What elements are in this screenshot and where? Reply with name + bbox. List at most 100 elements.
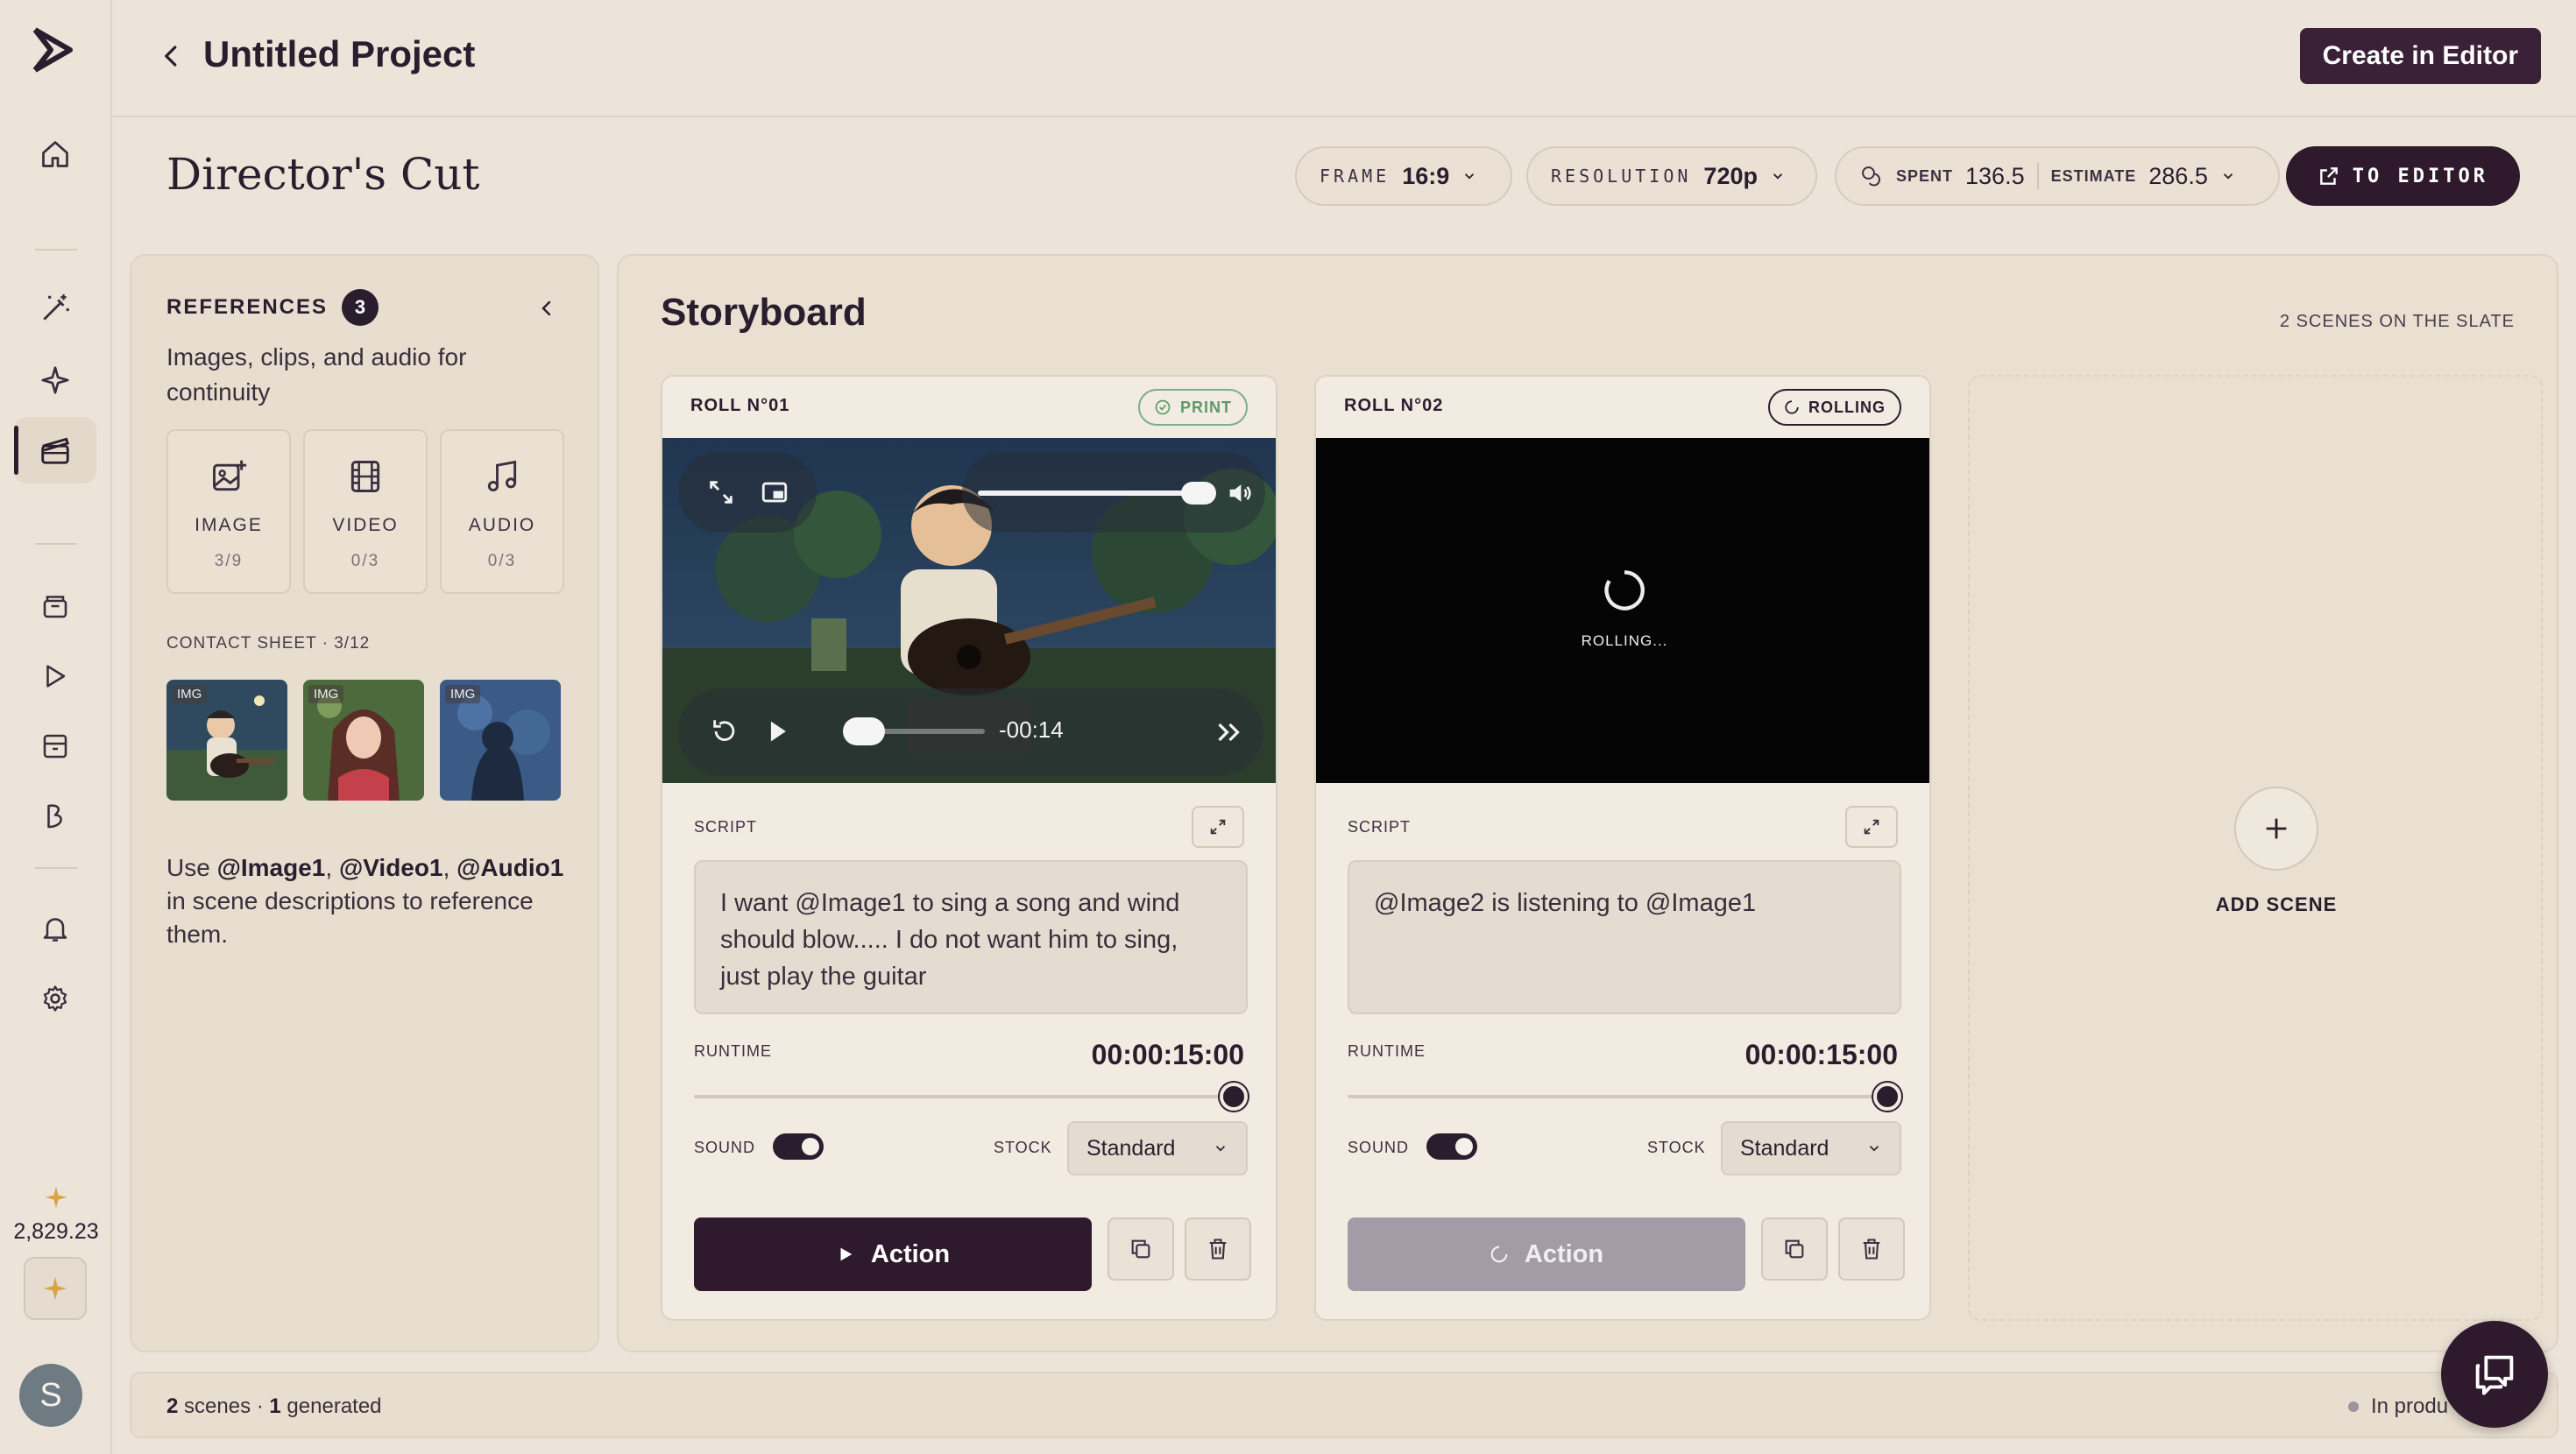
copy-icon [1782, 1237, 1807, 1261]
status-badge: PRINT [1138, 389, 1248, 426]
create-in-editor-button[interactable]: Create in Editor [2299, 28, 2541, 84]
brand-b-icon[interactable] [14, 783, 96, 850]
video-player[interactable]: -00:14 [662, 438, 1276, 783]
tile-count: 0/3 [487, 552, 517, 570]
replay-icon[interactable] [710, 716, 740, 746]
estimate-label: ESTIMATE [2050, 166, 2137, 185]
runtime-value: 00:00:15:00 [1091, 1039, 1244, 1070]
contact-sheet-label: CONTACT SHEET · 3/12 [166, 634, 371, 653]
scene-count: 2 SCENES ON THE SLATE [2279, 312, 2515, 331]
runtime-slider[interactable] [1348, 1095, 1880, 1098]
clapperboard-icon[interactable] [14, 417, 96, 483]
add-scene-label: ADD SCENE [2215, 893, 2338, 915]
action-button-disabled[interactable]: Action [1348, 1218, 1745, 1291]
references-description: Images, clips, and audio for continuity [166, 343, 467, 406]
tile-count: 0/3 [350, 552, 380, 570]
thumb-tag: IMG [172, 685, 208, 703]
resolution-label: RESOLUTION [1551, 166, 1692, 187]
expand-script-button[interactable] [1845, 806, 1898, 848]
music-note-icon [483, 457, 521, 496]
add-scene-button[interactable] [2234, 787, 2318, 871]
render-preview: ROLLING... [1316, 438, 1929, 783]
bell-icon[interactable] [14, 895, 96, 962]
expand-script-button[interactable] [1192, 806, 1244, 848]
play-icon[interactable] [14, 643, 96, 709]
sparkle-icon[interactable] [14, 347, 96, 413]
add-image-tile[interactable]: IMAGE 3/9 [166, 429, 291, 594]
fast-forward-icon[interactable] [1213, 716, 1244, 748]
to-editor-button[interactable]: TO EDITOR [2285, 146, 2520, 206]
frame-select[interactable]: FRAME 16:9 [1295, 146, 1512, 206]
script-textarea[interactable]: I want @Image1 to sing a song and wind s… [694, 860, 1248, 1014]
duplicate-button[interactable] [1761, 1218, 1828, 1281]
store-icon[interactable] [14, 713, 96, 780]
avatar[interactable]: S [19, 1364, 82, 1427]
sound-toggle[interactable] [773, 1133, 824, 1160]
seek-knob[interactable] [843, 717, 885, 745]
loading-spinner-icon [1602, 568, 1647, 613]
resolution-select[interactable]: RESOLUTION 720p [1526, 146, 1817, 206]
logo-icon[interactable] [32, 26, 75, 74]
reference-thumbnail[interactable]: IMG [440, 680, 561, 801]
chat-bubble-icon [2469, 1349, 2520, 1400]
fullscreen-icon[interactable] [706, 477, 736, 507]
script-textarea[interactable]: @Image2 is listening to @Image1 [1348, 860, 1901, 1014]
chevron-down-icon [1461, 168, 1477, 184]
chevron-down-icon [1213, 1140, 1228, 1156]
buy-credits-button[interactable] [24, 1257, 87, 1320]
roll-label: ROLL N°01 [690, 396, 790, 415]
runtime-value: 00:00:15:00 [1744, 1039, 1898, 1070]
settings-icon[interactable] [14, 965, 96, 1032]
play-icon[interactable] [762, 716, 792, 746]
production-status: In produ [2348, 1394, 2448, 1419]
chevron-down-icon [2220, 168, 2236, 184]
top-bar: Untitled Project Create in Editor [112, 0, 2576, 117]
image-plus-icon [209, 457, 248, 496]
volume-control[interactable] [962, 452, 1265, 533]
duplicate-button[interactable] [1108, 1218, 1174, 1281]
delete-button[interactable] [1838, 1218, 1905, 1281]
frame-label: FRAME [1320, 166, 1391, 187]
reference-thumbnail[interactable]: IMG [303, 680, 424, 801]
add-video-tile[interactable]: VIDEO 0/3 [303, 429, 428, 594]
coins-icon [1859, 164, 1884, 188]
back-chevron-icon[interactable] [154, 39, 189, 74]
add-audio-tile[interactable]: AUDIO 0/3 [440, 429, 564, 594]
page-title: Director's Cut [166, 149, 480, 200]
archive-icon[interactable] [14, 573, 96, 639]
volume-knob[interactable] [1181, 482, 1216, 505]
runtime-slider[interactable] [694, 1095, 1227, 1098]
stock-select[interactable]: Standard [1721, 1121, 1901, 1175]
tile-label: VIDEO [332, 515, 399, 535]
volume-icon[interactable] [1225, 478, 1255, 508]
references-panel: REFERENCES 3 Images, clips, and audio fo… [130, 254, 599, 1352]
scene-card-2: ROLL N°02 ROLLING ROLLING... SCRIPT @Ima… [1314, 375, 1931, 1321]
delete-button[interactable] [1185, 1218, 1251, 1281]
copy-icon [1129, 1237, 1153, 1261]
reference-thumbnail[interactable]: IMG [166, 680, 287, 801]
magic-wand-icon[interactable] [14, 275, 96, 342]
references-title: REFERENCES [166, 295, 329, 319]
to-editor-label: TO EDITOR [2352, 165, 2488, 187]
runtime-slider-knob[interactable] [1220, 1083, 1248, 1111]
stock-label: STOCK [994, 1139, 1052, 1156]
collapse-chevron-icon[interactable] [536, 296, 557, 321]
action-button[interactable]: Action [694, 1218, 1092, 1291]
stock-label: STOCK [1647, 1139, 1706, 1156]
add-scene-slot[interactable]: ADD SCENE [1968, 375, 2543, 1321]
home-icon[interactable] [14, 121, 96, 187]
storyboard-title: Storyboard [661, 291, 867, 334]
chat-button[interactable] [2441, 1321, 2548, 1428]
tile-label: IMAGE [195, 515, 263, 535]
thumb-tag: IMG [308, 685, 344, 703]
picture-in-picture-icon[interactable] [760, 477, 789, 507]
check-circle-icon [1154, 399, 1171, 416]
credits-balance: 2,829.23 [13, 1219, 99, 1244]
spent-value: 136.5 [1965, 162, 2025, 189]
volume-track[interactable] [978, 491, 1206, 496]
sound-toggle[interactable] [1426, 1133, 1477, 1160]
player-top-left-controls [678, 452, 817, 533]
stock-select[interactable]: Standard [1067, 1121, 1248, 1175]
cost-select[interactable]: SPENT 136.5 ESTIMATE 286.5 [1835, 146, 2280, 206]
runtime-slider-knob[interactable] [1873, 1083, 1901, 1111]
